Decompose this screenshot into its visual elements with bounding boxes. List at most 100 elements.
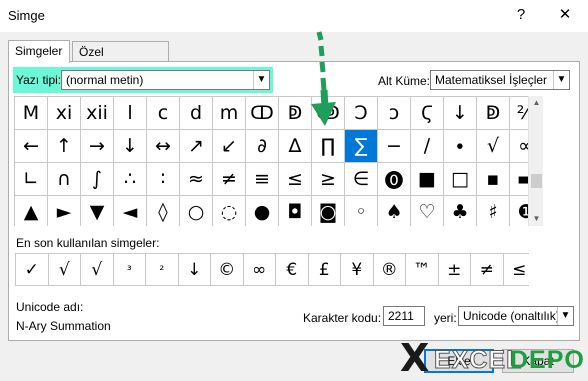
font-select[interactable]: (normal metin) ▼	[61, 70, 270, 90]
symbol-cell[interactable]: □	[444, 163, 476, 195]
recent-symbol-cell[interactable]: ®	[373, 254, 405, 285]
symbol-cell[interactable]: ≥	[312, 163, 344, 195]
recent-symbol-cell[interactable]: ↓	[178, 254, 210, 285]
recent-symbol-cell[interactable]: ™	[406, 254, 438, 285]
grid-scrollbar[interactable]: ▲ ▼	[528, 96, 543, 226]
symbol-cell[interactable]: ♯	[477, 196, 509, 228]
symbol-cell[interactable]: ←	[15, 130, 47, 162]
symbol-cell[interactable]: xii	[81, 97, 113, 129]
recent-symbol-cell[interactable]: ≠	[471, 254, 503, 285]
recent-symbol-cell[interactable]: ±	[438, 254, 470, 285]
symbol-cell[interactable]: ∩	[48, 163, 80, 195]
symbol-cell[interactable]: ∴	[114, 163, 146, 195]
from-select[interactable]: Unicode (onaltılık) ▼	[458, 306, 574, 326]
font-select-value: (normal metin)	[66, 73, 144, 87]
symbol-cell[interactable]: ↙	[213, 130, 245, 162]
symbol-cell[interactable]: ♣	[444, 196, 476, 228]
recent-symbol-cell[interactable]: ∞	[243, 254, 275, 285]
symbol-cell[interactable]: l	[114, 97, 146, 129]
recent-symbol-cell[interactable]: √	[48, 254, 80, 285]
recent-symbol-cell[interactable]: ²	[146, 254, 178, 285]
recent-symbol-cell[interactable]: ³	[113, 254, 145, 285]
recent-symbols: ✓ √ √ ³ ² ↓ © ∞ € £ ¥ ® ™ ± ≠ ≤	[15, 253, 535, 286]
tab-symbols-label: Simgeler	[15, 44, 63, 58]
scroll-up-icon[interactable]: ▲	[529, 96, 544, 110]
symbol-cell[interactable]: ≈	[180, 163, 212, 195]
symbol-cell[interactable]: √	[477, 130, 509, 162]
char-code-value: 2211	[388, 309, 414, 323]
symbol-cell[interactable]: M	[15, 97, 47, 129]
font-label: Yazı tipi:	[16, 73, 62, 87]
help-button[interactable]: ?	[508, 4, 534, 26]
symbol-cell[interactable]: ◦	[345, 196, 377, 228]
recent-symbol-cell[interactable]: ✓	[16, 254, 48, 285]
recent-symbol-cell[interactable]: ©	[211, 254, 243, 285]
scroll-thumb[interactable]	[531, 174, 542, 188]
symbol-cell[interactable]: ▪	[477, 163, 509, 195]
close-window-button[interactable]: ✕	[552, 4, 578, 26]
symbol-cell[interactable]: ↑	[48, 130, 80, 162]
symbol-cell[interactable]: ↓	[114, 130, 146, 162]
symbol-cell[interactable]: ↀ	[246, 97, 278, 129]
symbol-cell[interactable]: ∫	[81, 163, 113, 195]
exceldepo-logo: X EXCEL DEPO	[400, 338, 584, 380]
subset-select[interactable]: Matematiksel İşleçler ▼	[430, 70, 570, 90]
symbol-cell[interactable]: ↄ	[378, 97, 410, 129]
symbol-cell[interactable]: c	[147, 97, 179, 129]
window-title: Simge	[8, 8, 45, 23]
symbol-cell[interactable]: ▲	[15, 196, 47, 228]
symbol-cell[interactable]: ∕	[411, 130, 443, 162]
symbol-cell[interactable]: Ↄ	[345, 97, 377, 129]
symbol-cell[interactable]: →	[81, 130, 113, 162]
recent-label: En son kullanılan simgeler:	[16, 236, 160, 250]
unicode-name-value: N-Ary Summation	[16, 319, 111, 333]
title-bar: Simge ? ✕	[0, 0, 588, 32]
symbol-cell[interactable]: ▼	[81, 196, 113, 228]
from-select-value: Unicode (onaltılık)	[463, 309, 560, 323]
symbol-cell[interactable]: ≡	[246, 163, 278, 195]
symbol-cell[interactable]: ∟	[15, 163, 47, 195]
symbol-cell[interactable]: ◊	[147, 196, 179, 228]
symbol-cell[interactable]: ◙	[312, 196, 344, 228]
symbol-cell[interactable]: ≠	[213, 163, 245, 195]
chevron-down-icon[interactable]: ▼	[553, 71, 569, 89]
symbol-cell[interactable]: ►	[48, 196, 80, 228]
symbol-cell[interactable]: ↁ	[477, 97, 509, 129]
symbol-cell[interactable]: ↔	[147, 130, 179, 162]
symbol-cell[interactable]: xi	[48, 97, 80, 129]
symbol-cell[interactable]: ♡	[411, 196, 443, 228]
recent-symbol-cell[interactable]: ¥	[341, 254, 373, 285]
symbol-cell[interactable]: ↗	[180, 130, 212, 162]
from-label: yeri:	[434, 311, 457, 325]
recent-symbol-cell[interactable]: √	[81, 254, 113, 285]
symbol-cell[interactable]: ♠	[378, 196, 410, 228]
symbol-cell[interactable]: ◘	[279, 196, 311, 228]
recent-symbol-cell[interactable]: ≤	[503, 254, 535, 285]
symbol-cell[interactable]: ↓	[444, 97, 476, 129]
symbol-cell[interactable]: ◌	[213, 196, 245, 228]
symbol-cell[interactable]: ■	[411, 163, 443, 195]
symbol-cell[interactable]: ●	[246, 196, 278, 228]
symbol-cell[interactable]: ⓿	[378, 163, 410, 195]
symbol-cell[interactable]: ○	[180, 196, 212, 228]
symbol-cell[interactable]: ≤	[279, 163, 311, 195]
chevron-down-icon[interactable]: ▼	[557, 307, 573, 325]
symbol-cell[interactable]: ◄	[114, 196, 146, 228]
symbol-cell[interactable]: ∑	[345, 130, 377, 162]
symbol-grid: MxixiilcdmↀↁↂↃↄϚ↓ↁ⅔←↑→↓↔↗↙∂∆∏∑−∕∙√∞∟∩∫∴∶…	[14, 96, 542, 228]
char-code-input[interactable]: 2211	[383, 306, 425, 326]
tab-special-characters[interactable]: Özel Karakterler	[72, 41, 169, 73]
symbol-cell[interactable]: ∶	[147, 163, 179, 195]
symbol-cell[interactable]: ∙	[444, 130, 476, 162]
tab-symbols[interactable]: Simgeler	[8, 40, 70, 63]
chevron-down-icon[interactable]: ▼	[253, 71, 269, 89]
recent-symbol-cell[interactable]: €	[276, 254, 308, 285]
recent-symbol-cell[interactable]: £	[308, 254, 340, 285]
symbol-cell[interactable]: d	[180, 97, 212, 129]
scroll-down-icon[interactable]: ▼	[529, 212, 544, 226]
symbol-cell[interactable]: m	[213, 97, 245, 129]
symbol-cell[interactable]: Ϛ	[411, 97, 443, 129]
symbol-cell[interactable]: −	[378, 130, 410, 162]
symbol-cell[interactable]: ∈	[345, 163, 377, 195]
symbol-cell[interactable]: ∂	[246, 130, 278, 162]
